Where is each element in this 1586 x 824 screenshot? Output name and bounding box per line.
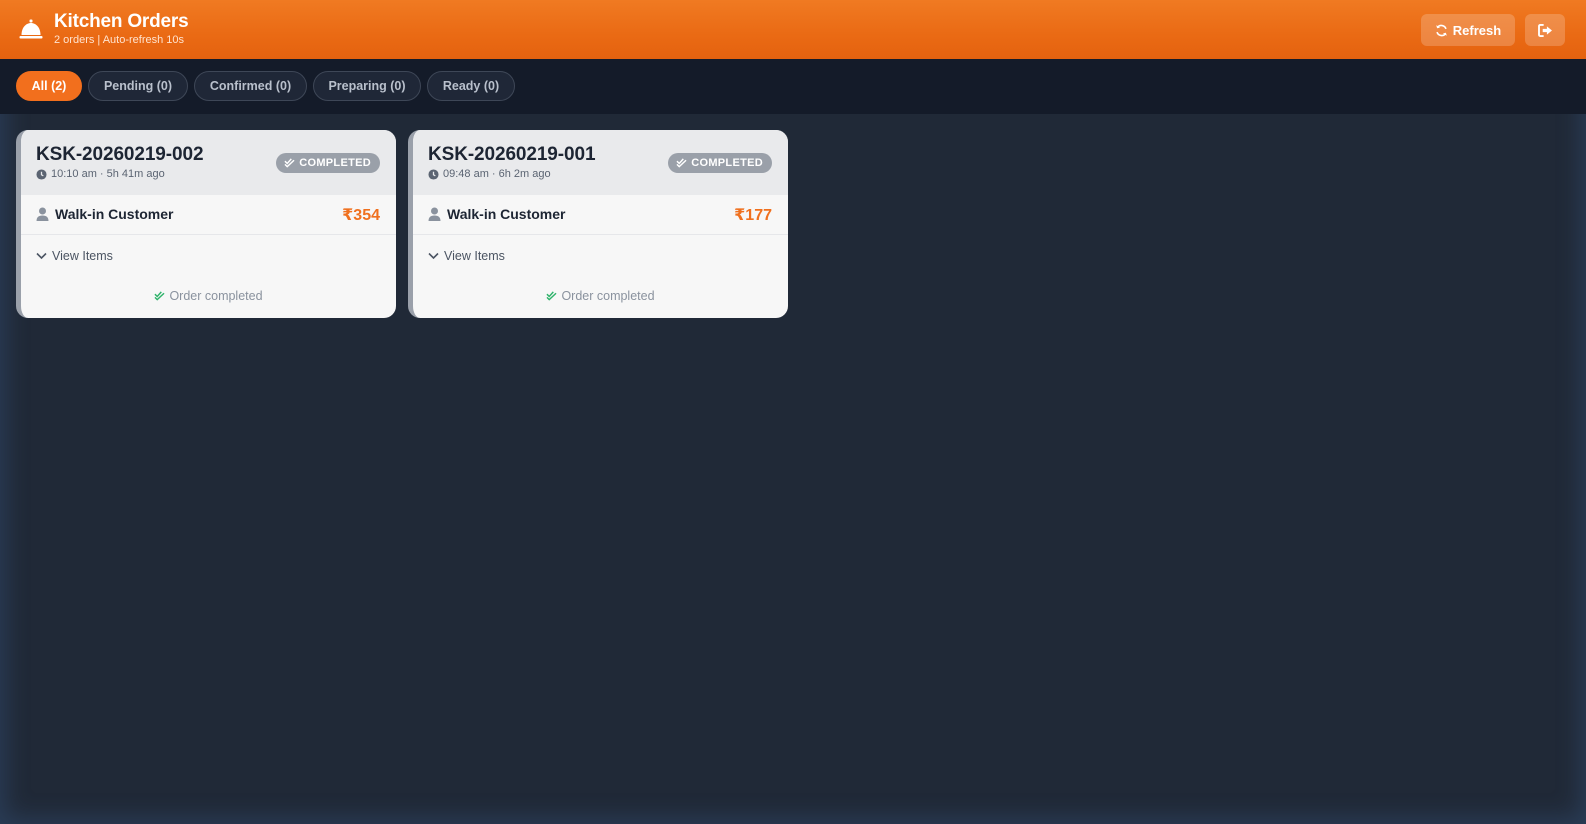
double-check-icon (676, 158, 687, 168)
customer-name-text: Walk-in Customer (55, 206, 174, 222)
view-items-toggle[interactable]: View Items (36, 249, 113, 263)
customer-row: Walk-in Customer ₹354 (21, 195, 396, 235)
customer-name-text: Walk-in Customer (447, 206, 566, 222)
page: Kitchen Orders 2 orders | Auto-refresh 1… (0, 0, 1586, 824)
filter-tab-pending[interactable]: Pending (0) (88, 71, 188, 101)
order-card: KSK-20260219-001 09:48 am · 6h 2m ago CO… (408, 130, 788, 318)
view-items-toggle[interactable]: View Items (428, 249, 505, 263)
bell-icon (19, 19, 43, 39)
logout-icon (1537, 23, 1552, 37)
view-items-label: View Items (52, 249, 113, 263)
order-id: KSK-20260219-001 (428, 144, 596, 165)
order-time-text: 09:48 am · 6h 2m ago (443, 168, 551, 180)
clock-icon (36, 168, 47, 180)
clock-icon (428, 168, 439, 180)
order-completed-note: Order completed (413, 289, 788, 303)
app-header: Kitchen Orders 2 orders | Auto-refresh 1… (0, 0, 1586, 59)
order-amount: ₹177 (734, 207, 772, 224)
order-time: 09:48 am · 6h 2m ago (428, 168, 551, 180)
filter-tab-ready[interactable]: Ready (0) (427, 71, 515, 101)
view-items-label: View Items (444, 249, 505, 263)
order-completed-note: Order completed (21, 289, 396, 303)
customer-name: Walk-in Customer (428, 206, 566, 222)
status-filter-bar: All (2) Pending (0) Confirmed (0) Prepar… (0, 59, 1586, 114)
double-check-icon (284, 158, 295, 168)
order-count-subtitle: 2 orders | Auto-refresh 10s (54, 34, 185, 46)
status-badge-label: COMPLETED (691, 157, 763, 169)
order-card: KSK-20260219-002 10:10 am · 5h 41m ago C… (16, 130, 396, 318)
refresh-icon (1436, 24, 1447, 36)
user-icon (428, 207, 441, 221)
status-badge: COMPLETED (668, 153, 772, 173)
filter-tab-all[interactable]: All (2) (16, 71, 82, 101)
status-badge-label: COMPLETED (299, 157, 371, 169)
logout-button[interactable] (1525, 14, 1565, 46)
user-icon (36, 207, 49, 221)
order-card-header: KSK-20260219-002 10:10 am · 5h 41m ago C… (21, 130, 396, 195)
refresh-label: Refresh (1452, 22, 1502, 38)
order-id: KSK-20260219-002 (36, 144, 204, 165)
order-time-text: 10:10 am · 5h 41m ago (51, 168, 165, 180)
order-completed-text: Order completed (169, 289, 263, 303)
chevron-down-icon (428, 252, 439, 260)
order-card-header: KSK-20260219-001 09:48 am · 6h 2m ago CO… (413, 130, 788, 195)
filter-tab-confirmed[interactable]: Confirmed (0) (194, 71, 307, 101)
chevron-down-icon (36, 252, 47, 260)
double-check-icon (546, 291, 557, 301)
order-completed-text: Order completed (561, 289, 655, 303)
customer-name: Walk-in Customer (36, 206, 174, 222)
refresh-button[interactable]: Refresh (1421, 14, 1515, 46)
page-title: Kitchen Orders (54, 11, 189, 32)
order-amount: ₹354 (342, 207, 380, 224)
order-time: 10:10 am · 5h 41m ago (36, 168, 165, 180)
status-badge: COMPLETED (276, 153, 380, 173)
filter-tab-preparing[interactable]: Preparing (0) (313, 71, 421, 101)
customer-row: Walk-in Customer ₹177 (413, 195, 788, 235)
double-check-icon (154, 291, 165, 301)
